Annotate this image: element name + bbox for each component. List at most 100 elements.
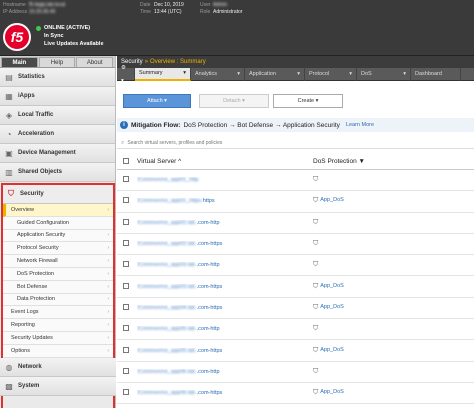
security-item-security-updates[interactable]: Security Updates › (3, 331, 113, 345)
nav-tabs: Main Help About (0, 56, 115, 68)
nav-security[interactable]: ⛉ Security (3, 185, 113, 204)
nav-statistics[interactable]: ▤ Statistics (0, 68, 115, 87)
chart-icon: ▤ (5, 72, 13, 82)
row-checkbox[interactable] (123, 303, 129, 310)
virtual-server-link[interactable]: /Common/vs_app03.lab..com-https (137, 284, 313, 290)
security-item-data-protection[interactable]: Data Protection › (3, 293, 113, 307)
filter-icon[interactable]: ▼ (359, 158, 365, 165)
security-item-dos-protection[interactable]: DoS Protection › (3, 267, 113, 281)
virtual-server-link[interactable]: /Common/vs_app01_https.https (137, 198, 313, 204)
shield-icon[interactable]: ⛉ (313, 325, 318, 333)
search-input[interactable] (127, 140, 328, 146)
menu-protocol[interactable]: Protocol ▾ (305, 68, 357, 81)
status-sync[interactable]: In Sync (36, 32, 104, 40)
row-checkbox[interactable] (123, 261, 129, 268)
column-dos-protection[interactable]: DoS Protection ▼ (313, 158, 463, 165)
nav-bottom: ◍ Network ▩ System (0, 358, 116, 396)
f5-logo[interactable]: f5 (3, 23, 31, 51)
virtual-server-link[interactable]: /Common/vs_app01_http (137, 177, 313, 183)
security-item-application-security[interactable]: Application Security › (3, 229, 113, 243)
shield-icon[interactable]: ⛉ (313, 347, 318, 355)
user-info: User Admin Role Administrator (200, 2, 243, 15)
system-icon: ▩ (5, 381, 13, 391)
table-row: /Common/vs_app06.lab..com-http ⛉ (117, 362, 474, 383)
menu-bar: ⚙ ▾ Summary ▾ Analytics ▾ Application ▾ Pro… (117, 65, 474, 84)
detach-button[interactable]: Detach ▾ (199, 94, 269, 108)
tab-about[interactable]: About (76, 57, 114, 67)
shield-icon[interactable]: ⛉ (313, 261, 318, 269)
row-checkbox[interactable] (123, 240, 129, 247)
datetime-info: Date Dec 10, 2019 Time 13:44 (UTC) (140, 2, 184, 15)
security-item-event-logs[interactable]: Event Logs › (3, 306, 113, 320)
row-checkbox[interactable] (123, 367, 129, 374)
security-item-guided-configuration[interactable]: Guided Configuration (3, 216, 113, 230)
learn-more-link[interactable]: Learn More (346, 122, 374, 128)
nav-device-management[interactable]: ▣ Device Management (0, 144, 115, 163)
virtual-server-table: /Common/vs_app01_http ⛉ /Common/vs_app01… (117, 170, 474, 405)
menu-dashboard[interactable]: Dashboard (411, 68, 461, 81)
shield-icon[interactable]: ⛉ (313, 283, 318, 291)
row-checkbox[interactable] (123, 346, 129, 353)
security-item-bot-defense[interactable]: Bot Defense › (3, 280, 113, 294)
security-item-reporting[interactable]: Reporting › (3, 319, 113, 332)
select-all-checkbox[interactable] (123, 157, 129, 164)
security-item-protocol-security[interactable]: Protocol Security › (3, 242, 113, 256)
nav-iapps[interactable]: ▦ iApps (0, 87, 115, 106)
virtual-server-link[interactable]: /Common/vs_app05.lab..com-http (137, 326, 313, 332)
tab-help[interactable]: Help (38, 57, 76, 67)
nav-system[interactable]: ▩ System (0, 377, 116, 396)
virtual-server-link[interactable]: /Common/vs_app05.lab..com-https (137, 348, 313, 354)
virtual-server-link[interactable]: /Common/vs_app06.lab..com-http (137, 369, 313, 375)
security-item-network-firewall[interactable]: Network Firewall › (3, 255, 113, 268)
traffic-icon: ◈ (5, 110, 13, 120)
shield-icon[interactable]: ⛉ (313, 389, 318, 397)
menu-application[interactable]: Application ▾ (245, 68, 305, 81)
shield-icon[interactable]: ⛉ (313, 219, 318, 227)
top-banner: Hostname f5-bigip.lab.local IP Address 10.… (0, 0, 474, 56)
device-icon: ▣ (5, 148, 13, 158)
nav-local-traffic[interactable]: ◈ Local Traffic (0, 106, 115, 125)
mitigation-flow-banner: i Mitigation Flow: DoS Protection → Bot … (117, 118, 474, 132)
shield-icon[interactable]: ⛉ (313, 304, 318, 312)
sort-asc-icon: ^ (178, 158, 182, 165)
menu-analytics[interactable]: Analytics ▾ (191, 68, 245, 81)
update-icon (36, 42, 41, 47)
shield-icon[interactable]: ⛉ (313, 176, 318, 184)
iapps-icon: ▦ (5, 91, 13, 101)
tab-main[interactable]: Main (1, 57, 38, 67)
security-item-options[interactable]: Options › (3, 344, 113, 358)
table-row: /Common/vs_app03.lab..com-http ⛉ (117, 255, 474, 277)
chevron-right-icon: › (107, 283, 109, 290)
row-checkbox[interactable] (123, 176, 129, 183)
info-icon: i (120, 121, 128, 129)
chevron-down-icon: ▾ (183, 70, 186, 76)
security-item-overview[interactable]: Overview › (3, 204, 113, 217)
menu-dos[interactable]: DoS ▾ (357, 68, 411, 81)
gear-menu-icon[interactable]: ⚙ ▾ (117, 65, 135, 84)
nav-network[interactable]: ◍ Network (0, 358, 116, 377)
status-live-updates[interactable]: Live Updates Available (36, 40, 104, 48)
row-checkbox[interactable] (123, 325, 129, 332)
row-checkbox[interactable] (123, 389, 129, 396)
nav-acceleration[interactable]: ◔ Acceleration (0, 125, 115, 144)
table-row: /Common/vs_app05.lab..com-https ⛉ App_DoS (117, 340, 474, 362)
virtual-server-link[interactable]: /Common/vs_app03.lab..com-http (137, 262, 313, 268)
row-checkbox[interactable] (123, 282, 129, 289)
status-online: ONLINE (ACTIVE) (36, 24, 104, 32)
virtual-server-link[interactable]: /Common/vs_app06.lab..com-https (137, 390, 313, 396)
create-button[interactable]: Create ▾ (273, 94, 343, 108)
attach-button[interactable]: Attach ▾ (123, 94, 191, 108)
column-virtual-server[interactable]: Virtual Server ^ (137, 158, 313, 165)
virtual-server-link[interactable]: /Common/vs_app02.lab..com-http (137, 220, 313, 226)
menu-summary[interactable]: Summary ▾ (135, 68, 191, 81)
virtual-server-link[interactable]: /Common/vs_app04.lab..com-https (137, 305, 313, 311)
shield-icon[interactable]: ⛉ (313, 368, 318, 376)
row-checkbox[interactable] (123, 218, 129, 225)
nav-shared-objects[interactable]: ▥ Shared Objects (0, 163, 115, 182)
search-icon: ⌕ (121, 139, 125, 146)
shield-icon[interactable]: ⛉ (313, 240, 318, 248)
row-checkbox[interactable] (123, 197, 129, 204)
chevron-right-icon: › (107, 309, 109, 316)
shield-icon[interactable]: ⛉ (313, 197, 318, 205)
virtual-server-link[interactable]: /Common/vs_app02.lab..com-https (137, 241, 313, 247)
